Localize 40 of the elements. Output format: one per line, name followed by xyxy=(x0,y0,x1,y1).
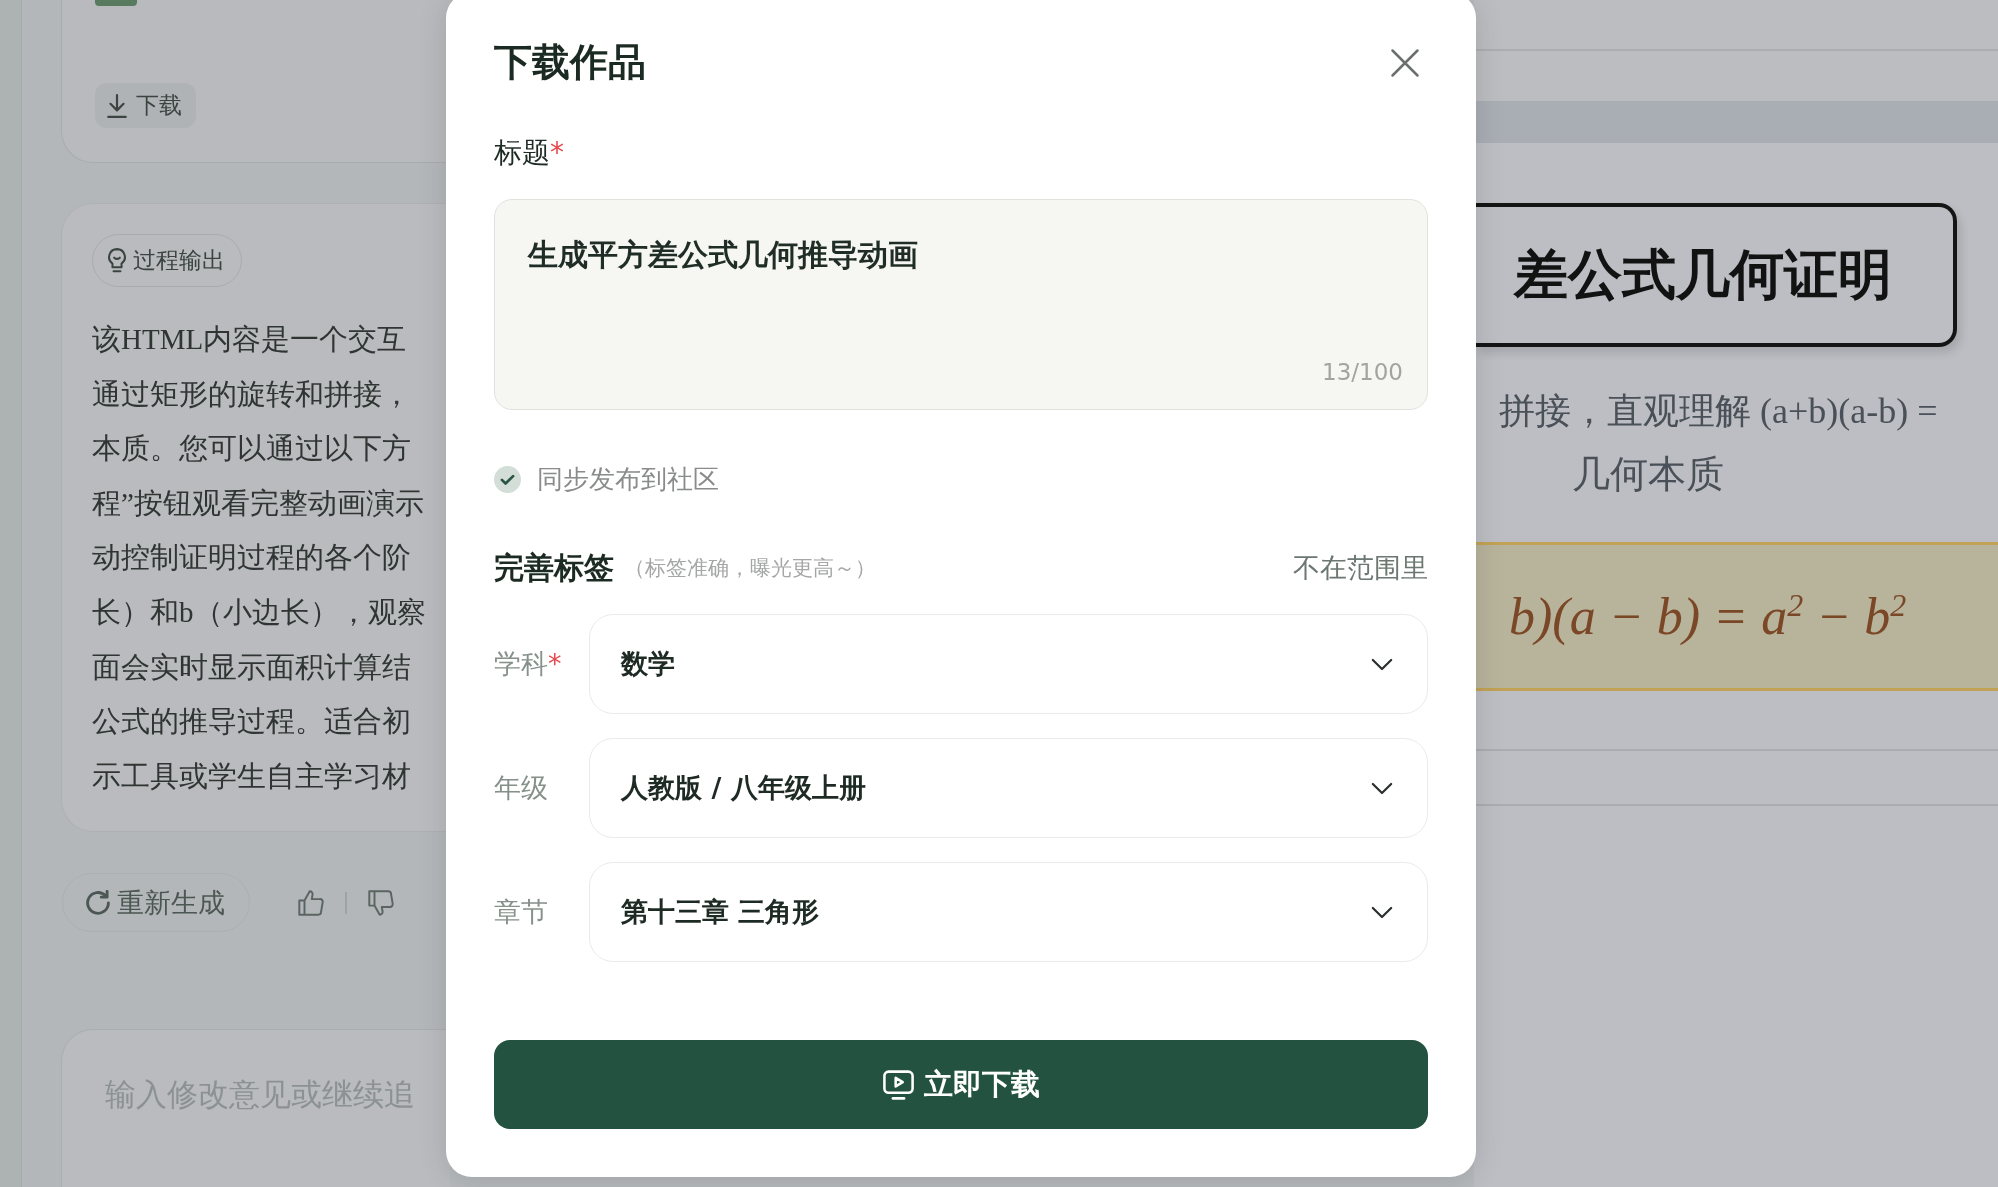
section-hint: （标签准确，曝光更高～） xyxy=(624,555,876,582)
dialog-title: 下载作品 xyxy=(494,39,646,86)
thumbs-down-icon[interactable] xyxy=(367,889,394,916)
lightbulb-icon xyxy=(107,248,127,273)
subtitle-line: 拼接，直观理解 (a+b)(a-b) = xyxy=(1498,390,1938,433)
download-icon xyxy=(107,93,127,118)
field-label: 年级 xyxy=(494,771,549,805)
download-now-button[interactable]: 立即下载 xyxy=(494,1040,1428,1129)
formula-text: b)(a − b) = a$^{2}$ − b$^{2}$ xyxy=(1509,586,1907,647)
banner-title: 差公式几何证明 xyxy=(1514,243,1892,307)
description-line: 长）和b（小边长），观察 xyxy=(92,594,426,630)
description-line: 动控制证明过程的各个阶 xyxy=(92,540,412,576)
field-label: 学科* xyxy=(494,647,563,681)
select-field[interactable]: 数学 xyxy=(589,614,1428,714)
description-line: 示工具或学生自主学习材 xyxy=(92,758,412,794)
description-line: 通过矩形的旋转和拼接， xyxy=(92,376,412,412)
close-icon[interactable] xyxy=(1390,47,1420,78)
field-label: 章节 xyxy=(494,895,549,929)
character-counter: 13/100 xyxy=(1322,359,1403,385)
section-heading: 完善标签 xyxy=(494,548,614,587)
title-textarea[interactable]: 生成平方差公式几何推导动画 13/100 xyxy=(494,199,1428,410)
chevron-down-icon xyxy=(1371,657,1393,671)
subtitle-line: 几何本质 xyxy=(1572,452,1724,497)
chevron-down-icon xyxy=(1371,781,1393,795)
thumbs-up-icon[interactable] xyxy=(298,889,324,916)
description-line: 公式的推导过程。适合初 xyxy=(92,704,412,740)
preview-image xyxy=(95,0,137,6)
select-field[interactable]: 第十三章 三角形 xyxy=(589,862,1428,962)
description-line: 程”按钮观看完整动画演示 xyxy=(92,485,425,521)
not-in-range-link[interactable]: 不在范围里 xyxy=(1293,550,1428,586)
download-button[interactable]: 下载 xyxy=(95,83,196,128)
description-line: 面会实时显示面积计算结 xyxy=(92,649,412,685)
description-line: 本质。您可以通过以下方 xyxy=(92,431,412,467)
description-line: 该HTML内容是一个交互 xyxy=(92,322,408,357)
field-label: 标题* xyxy=(494,135,564,171)
checkbox-checked-icon[interactable] xyxy=(494,465,521,493)
play-screen-icon xyxy=(882,1069,914,1100)
select-field[interactable]: 人教版 / 八年级上册 xyxy=(589,738,1428,838)
refresh-icon xyxy=(85,889,111,916)
chevron-down-icon xyxy=(1371,905,1393,919)
